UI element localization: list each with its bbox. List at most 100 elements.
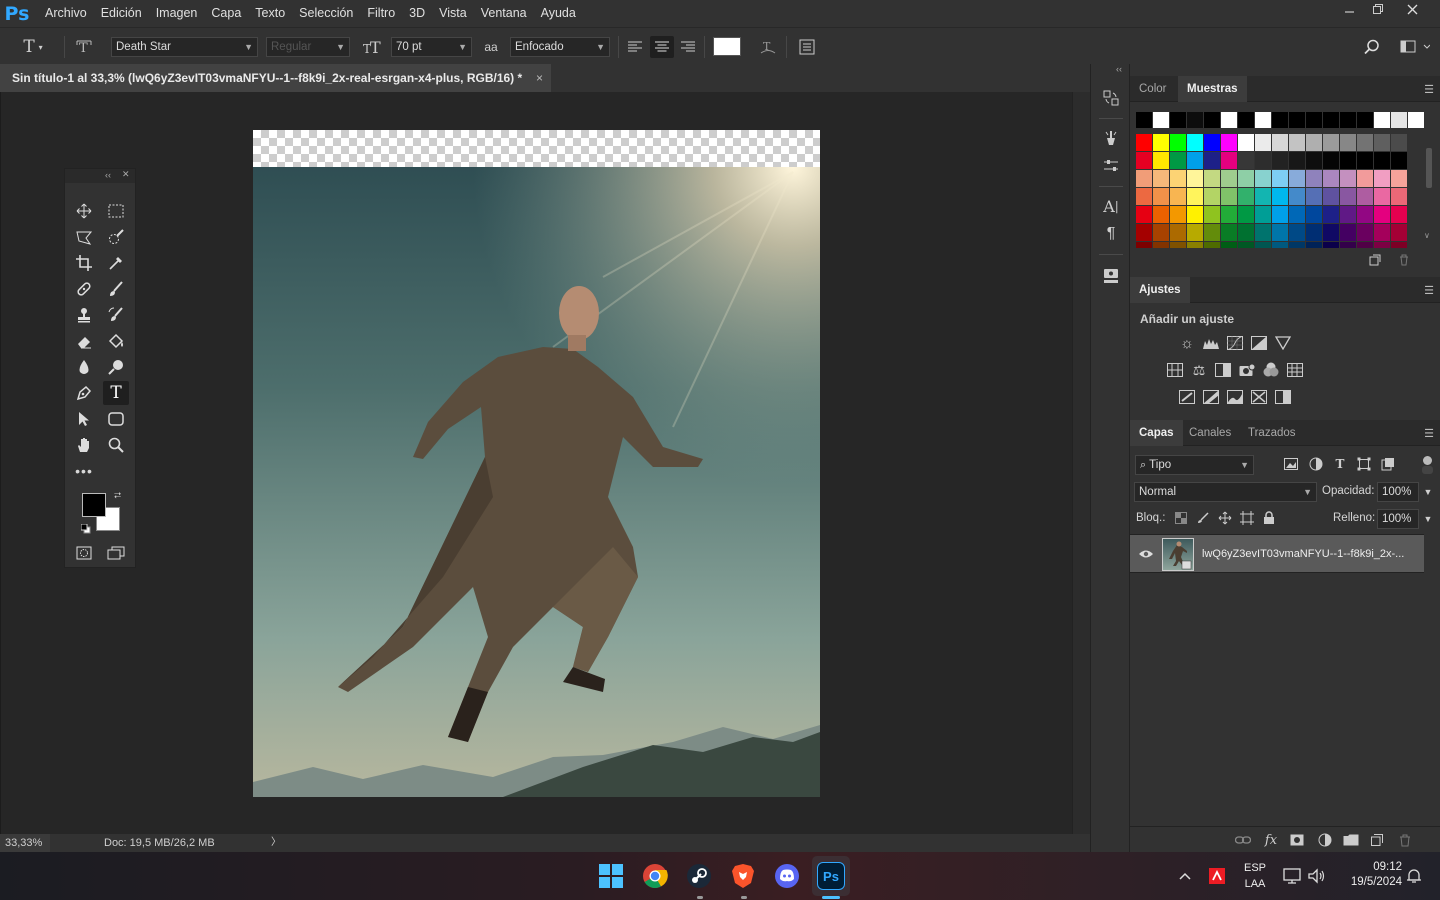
swatch[interactable] bbox=[1272, 188, 1288, 205]
chevron-up-icon[interactable] bbox=[1176, 868, 1194, 884]
swatch[interactable] bbox=[1136, 112, 1152, 128]
panel-menu-icon[interactable]: ☰ bbox=[1424, 427, 1434, 440]
swatch[interactable] bbox=[1238, 206, 1254, 223]
swatch[interactable] bbox=[1357, 152, 1373, 169]
clone-stamp-tool-icon[interactable] bbox=[71, 303, 97, 327]
swatch[interactable] bbox=[1323, 170, 1339, 187]
swatch[interactable] bbox=[1238, 242, 1254, 248]
swatch[interactable] bbox=[1289, 188, 1305, 205]
healing-brush-tool-icon[interactable] bbox=[71, 277, 97, 301]
swatch[interactable] bbox=[1187, 242, 1203, 248]
hue-saturation-icon[interactable] bbox=[1166, 361, 1184, 379]
swatch[interactable] bbox=[1255, 112, 1271, 128]
font-size-select[interactable]: 70 pt ▼ bbox=[391, 37, 472, 57]
swatch[interactable] bbox=[1170, 206, 1186, 223]
swatch[interactable] bbox=[1357, 134, 1373, 151]
opacity-input[interactable]: 100% bbox=[1377, 482, 1419, 502]
volume-icon[interactable] bbox=[1307, 867, 1327, 885]
swatch[interactable] bbox=[1170, 224, 1186, 241]
zoom-level[interactable]: 33,33% bbox=[0, 834, 50, 852]
paint-bucket-tool-icon[interactable] bbox=[103, 329, 129, 353]
more-tools-icon[interactable]: ••• bbox=[71, 459, 97, 483]
link-layers-icon[interactable] bbox=[1234, 832, 1252, 848]
menu-vista[interactable]: Vista bbox=[432, 0, 474, 27]
brush-settings-icon[interactable] bbox=[1101, 128, 1121, 148]
swatch[interactable] bbox=[1187, 134, 1203, 151]
dodge-tool-icon[interactable] bbox=[103, 355, 129, 379]
swatch[interactable] bbox=[1170, 112, 1186, 128]
swatch[interactable] bbox=[1153, 242, 1169, 248]
swatch[interactable] bbox=[1187, 112, 1203, 128]
swatch[interactable] bbox=[1289, 134, 1305, 151]
swatch[interactable] bbox=[1221, 170, 1237, 187]
close-tab-icon[interactable]: × bbox=[536, 64, 543, 92]
swatch[interactable] bbox=[1306, 242, 1322, 248]
swatch[interactable] bbox=[1374, 134, 1390, 151]
layer-style-icon[interactable]: fx bbox=[1262, 832, 1280, 848]
swatch[interactable] bbox=[1357, 224, 1373, 241]
chevron-down-icon[interactable]: ▼ bbox=[1421, 484, 1435, 500]
canvas-image[interactable] bbox=[253, 167, 820, 797]
curves-icon[interactable] bbox=[1226, 334, 1244, 352]
swatch[interactable] bbox=[1391, 112, 1407, 128]
swatch[interactable] bbox=[1323, 242, 1339, 248]
swatch[interactable] bbox=[1221, 224, 1237, 241]
filter-adjustment-icon[interactable] bbox=[1308, 456, 1324, 472]
posterize-icon[interactable] bbox=[1202, 388, 1220, 406]
layer-row[interactable]: lwQ6yZ3evIT03vmaNFYU--1--f8k9i_2x-... bbox=[1130, 534, 1424, 573]
properties-icon[interactable] bbox=[1101, 156, 1121, 176]
tab-trazados[interactable]: Trazados bbox=[1239, 420, 1305, 446]
discord-icon[interactable] bbox=[773, 862, 801, 890]
antialias-select[interactable]: Enfocado ▼ bbox=[510, 37, 610, 57]
swatch[interactable] bbox=[1170, 134, 1186, 151]
swatch[interactable] bbox=[1272, 134, 1288, 151]
layer-name[interactable]: lwQ6yZ3evIT03vmaNFYU--1--f8k9i_2x-... bbox=[1202, 548, 1404, 560]
document-tab[interactable]: Sin título-1 al 33,3% (lwQ6yZ3evIT03vmaN… bbox=[0, 64, 551, 92]
crop-tool-icon[interactable] bbox=[71, 251, 97, 275]
swatch[interactable] bbox=[1272, 170, 1288, 187]
menu-seleccion[interactable]: Selección bbox=[292, 0, 360, 27]
character-icon[interactable]: A | bbox=[1101, 196, 1121, 216]
swatch[interactable] bbox=[1323, 112, 1339, 128]
menu-archivo[interactable]: Archivo bbox=[38, 0, 94, 27]
visibility-eye-icon[interactable] bbox=[1138, 547, 1154, 561]
photoshop-taskbar-icon[interactable]: Ps bbox=[817, 862, 845, 890]
tab-muestras[interactable]: Muestras bbox=[1178, 76, 1247, 102]
swatch[interactable] bbox=[1391, 152, 1407, 169]
swatch[interactable] bbox=[1187, 152, 1203, 169]
search-icon[interactable] bbox=[1362, 37, 1382, 57]
paragraph-icon[interactable]: ¶ bbox=[1101, 224, 1121, 244]
swatch[interactable] bbox=[1323, 134, 1339, 151]
toolbox-header[interactable]: ‹‹ ✕ bbox=[65, 169, 135, 183]
align-left-icon[interactable] bbox=[625, 37, 645, 57]
swatch[interactable] bbox=[1221, 242, 1237, 248]
close-icon[interactable]: ✕ bbox=[122, 169, 130, 180]
swatch[interactable] bbox=[1136, 224, 1152, 241]
menu-edicion[interactable]: Edición bbox=[94, 0, 149, 27]
swatch[interactable] bbox=[1289, 112, 1305, 128]
status-menu-arrow[interactable]: 〉 bbox=[271, 834, 281, 852]
adjustment-layer-icon[interactable] bbox=[1316, 832, 1334, 848]
color-lookup-icon[interactable] bbox=[1286, 361, 1304, 379]
foreground-color-swatch[interactable] bbox=[82, 493, 106, 517]
filter-pixel-icon[interactable] bbox=[1283, 456, 1299, 472]
tab-canales[interactable]: Canales bbox=[1180, 420, 1240, 446]
swatch[interactable] bbox=[1153, 112, 1169, 128]
move-tool-icon[interactable] bbox=[71, 199, 97, 223]
threshold-icon[interactable] bbox=[1226, 388, 1244, 406]
swatch[interactable] bbox=[1391, 206, 1407, 223]
swatch[interactable] bbox=[1255, 152, 1271, 169]
swatch[interactable] bbox=[1374, 112, 1390, 128]
tab-color[interactable]: Color bbox=[1130, 76, 1175, 102]
swatch[interactable] bbox=[1255, 206, 1271, 223]
swatch[interactable] bbox=[1221, 152, 1237, 169]
swatch[interactable] bbox=[1391, 170, 1407, 187]
layer-mask-icon[interactable] bbox=[1288, 832, 1306, 848]
swatch[interactable] bbox=[1340, 134, 1356, 151]
swatch[interactable] bbox=[1340, 170, 1356, 187]
swatches-grid[interactable] bbox=[1136, 112, 1426, 248]
swatch[interactable] bbox=[1374, 242, 1390, 248]
swatch[interactable] bbox=[1374, 152, 1390, 169]
swatch[interactable] bbox=[1204, 242, 1220, 248]
text-color-swatch[interactable] bbox=[713, 37, 741, 56]
